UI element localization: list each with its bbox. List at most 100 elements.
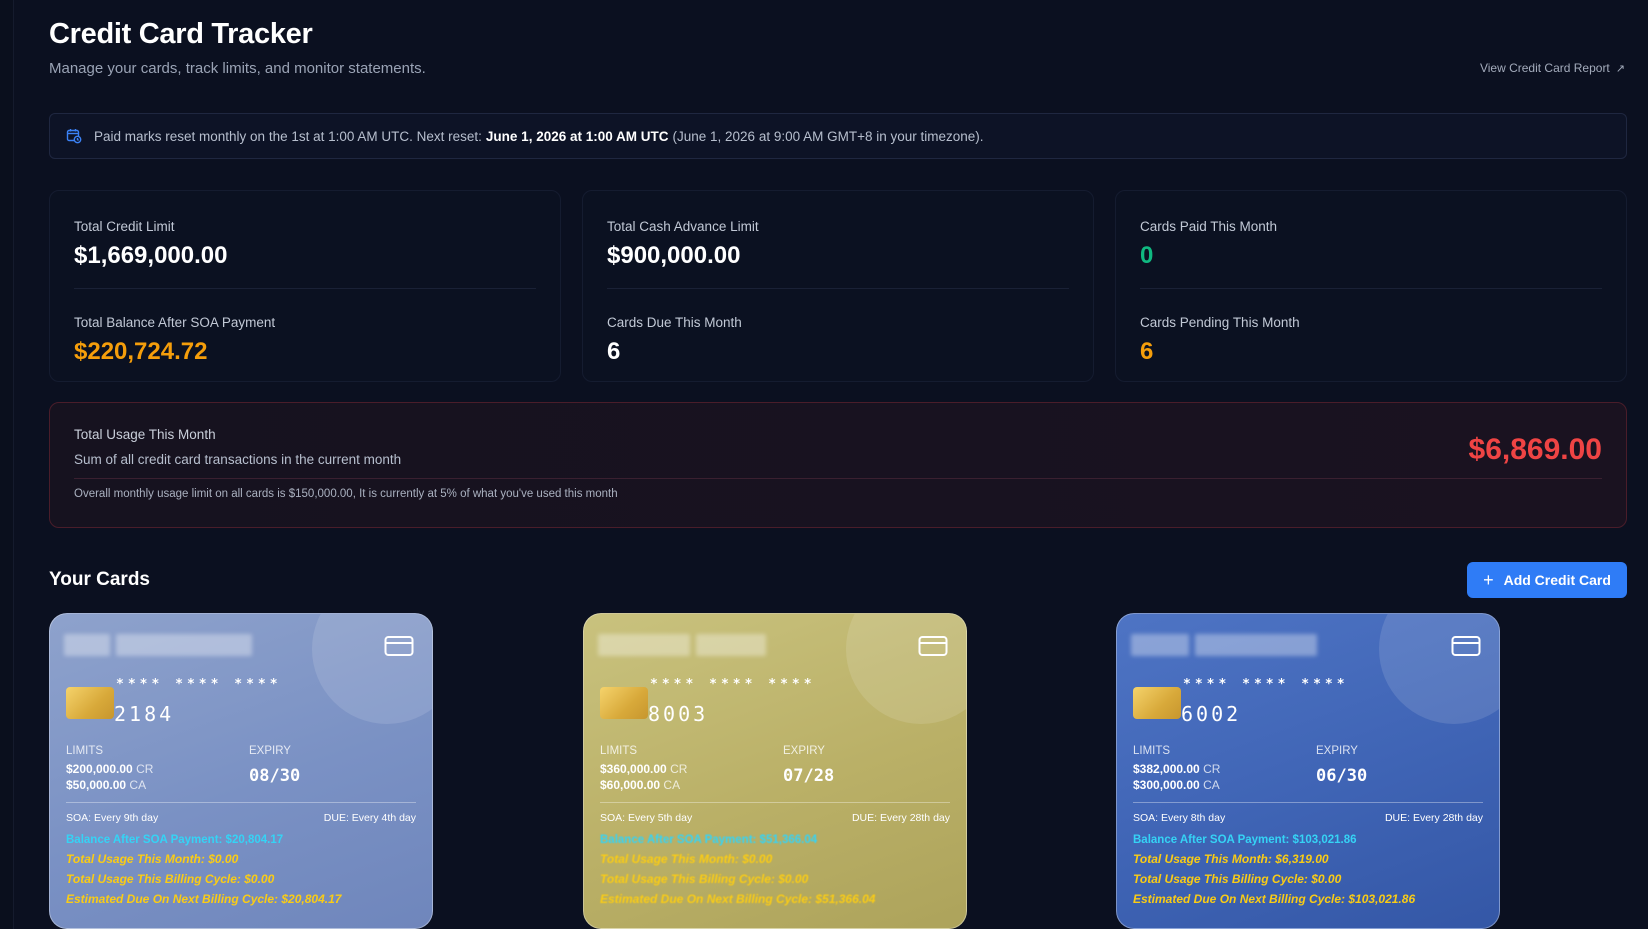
credit-card-icon: [918, 636, 948, 656]
card-limits-label: LIMITS: [66, 745, 104, 757]
card-balance-after-soa: Balance After SOA Payment: $20,804.17: [66, 834, 284, 846]
card-name-redacted: [598, 634, 798, 656]
cards-section-header: Your Cards + Add Credit Card: [49, 562, 1627, 600]
card-divider: [66, 802, 416, 803]
stat-label: Total Cash Advance Limit: [607, 219, 759, 234]
card-expiry: 08/30: [249, 766, 301, 786]
card-due: DUE: Every 4th day: [323, 812, 416, 824]
total-credit-limit: $1,669,000.00: [74, 242, 228, 269]
credit-card-icon: [384, 636, 414, 656]
credit-card[interactable]: **** **** **** 6002 LIMITS EXPIRY $382,0…: [1116, 613, 1500, 929]
stat-divider: [74, 288, 536, 289]
usage-description: Sum of all credit card transactions in t…: [74, 452, 402, 467]
page-subtitle: Manage your cards, track limits, and mon…: [49, 60, 426, 77]
card-usage-month: Total Usage This Month: $0.00: [66, 852, 239, 866]
usage-note: Overall monthly usage limit on all cards…: [74, 488, 618, 500]
view-report-label: View Credit Card Report: [1479, 61, 1610, 75]
card-divider: [1133, 802, 1483, 803]
card-last4: 6002: [1181, 702, 1242, 726]
add-credit-card-button[interactable]: + Add Credit Card: [1467, 562, 1627, 598]
card-cash-limit: $50,000.00 CA: [66, 778, 147, 792]
card-name-redacted: [64, 634, 264, 656]
card-usage-month: Total Usage This Month: $0.00: [600, 852, 773, 866]
credit-card[interactable]: **** **** **** 2184 LIMITS EXPIRY $200,0…: [49, 613, 433, 929]
page-header: Credit Card Tracker Manage your cards, t…: [49, 0, 1627, 112]
usage-panel: Total Usage This Month Sum of all credit…: [49, 402, 1627, 528]
cards-pending-count: 6: [1140, 338, 1154, 365]
stat-label: Total Credit Limit: [74, 219, 175, 234]
card-credit-limit: $382,000.00 CR: [1133, 762, 1221, 776]
stat-card-payments: Cards Paid This Month 0 Cards Pending Th…: [1115, 190, 1627, 382]
total-balance-after-soa: $220,724.72: [74, 338, 208, 365]
card-divider: [600, 802, 950, 803]
stat-label: Cards Pending This Month: [1140, 315, 1300, 330]
stat-card-cash: Total Cash Advance Limit $900,000.00 Car…: [582, 190, 1094, 382]
card-decoration: [1379, 614, 1499, 724]
card-chip: [1133, 687, 1181, 719]
card-limits-label: LIMITS: [1133, 745, 1171, 757]
card-cash-limit: $60,000.00 CA: [600, 778, 681, 792]
card-expiry-label: EXPIRY: [1316, 745, 1358, 757]
credit-card[interactable]: **** **** **** 8003 LIMITS EXPIRY $360,0…: [583, 613, 967, 929]
card-decoration: [312, 614, 432, 724]
stat-label: Total Balance After SOA Payment: [74, 315, 276, 330]
stat-label: Cards Due This Month: [607, 315, 742, 330]
total-cash-advance-limit: $900,000.00: [607, 242, 741, 269]
card-chip: [600, 687, 648, 719]
card-masked-number: **** **** ****: [650, 677, 816, 692]
credit-card-icon: [1451, 636, 1481, 656]
notice-next-reset: June 1, 2026 at 1:00 AM UTC: [485, 128, 669, 144]
card-expiry: 07/28: [783, 766, 835, 786]
card-last4: 8003: [648, 702, 709, 726]
cards-due-count: 6: [607, 338, 621, 365]
usage-divider: [74, 478, 1602, 479]
main-content: Credit Card Tracker Manage your cards, t…: [49, 0, 1627, 929]
notice-timezone: (June 1, 2026 at 9:00 AM GMT+8 in your t…: [672, 128, 984, 144]
card-due: DUE: Every 28th day: [851, 812, 950, 824]
view-report-link[interactable]: View Credit Card Report ↗: [1480, 61, 1625, 75]
card-balance-after-soa: Balance After SOA Payment: $51,366.04: [600, 834, 818, 846]
stats-row: Total Credit Limit $1,669,000.00 Total B…: [49, 190, 1627, 382]
card-expiry-label: EXPIRY: [783, 745, 825, 757]
card-soa: SOA: Every 8th day: [1133, 812, 1226, 824]
card-expiry: 06/30: [1316, 766, 1368, 786]
card-masked-number: **** **** ****: [1183, 677, 1349, 692]
usage-title: Total Usage This Month: [74, 427, 216, 442]
usage-amount: $6,869.00: [1468, 433, 1602, 466]
card-balance-after-soa: Balance After SOA Payment: $103,021.86: [1133, 834, 1357, 846]
card-estimated-due: Estimated Due On Next Billing Cycle: $20…: [66, 892, 342, 906]
card-cash-limit: $300,000.00 CA: [1133, 778, 1220, 792]
card-usage-month: Total Usage This Month: $6,319.00: [1133, 852, 1329, 866]
reset-notice: Paid marks reset monthly on the 1st at 1…: [49, 113, 1627, 159]
cards-section-title: Your Cards: [49, 569, 151, 590]
stat-divider: [607, 288, 1069, 289]
card-soa: SOA: Every 5th day: [600, 812, 693, 824]
stat-label: Cards Paid This Month: [1140, 219, 1278, 234]
add-credit-card-label: Add Credit Card: [1503, 572, 1611, 588]
external-link-icon: ↗: [1615, 62, 1625, 75]
card-usage-cycle: Total Usage This Billing Cycle: $0.00: [1133, 872, 1342, 886]
card-decoration: [846, 614, 966, 724]
card-masked-number: **** **** ****: [116, 677, 282, 692]
card-expiry-label: EXPIRY: [249, 745, 291, 757]
page-title: Credit Card Tracker: [49, 18, 313, 50]
card-due: DUE: Every 28th day: [1384, 812, 1483, 824]
stat-card-limits: Total Credit Limit $1,669,000.00 Total B…: [49, 190, 561, 382]
stat-divider: [1140, 288, 1602, 289]
card-last4: 2184: [114, 702, 175, 726]
card-name-redacted: [1131, 634, 1331, 656]
card-chip: [66, 687, 114, 719]
card-soa: SOA: Every 9th day: [66, 812, 159, 824]
calendar-clock-icon: [66, 129, 82, 144]
cards-paid-count: 0: [1140, 242, 1154, 269]
left-sidebar-edge: [0, 0, 14, 929]
card-limits-label: LIMITS: [600, 745, 638, 757]
card-credit-limit: $360,000.00 CR: [600, 762, 688, 776]
plus-icon: +: [1483, 570, 1494, 590]
card-credit-limit: $200,000.00 CR: [66, 762, 154, 776]
card-usage-cycle: Total Usage This Billing Cycle: $0.00: [600, 872, 809, 886]
card-usage-cycle: Total Usage This Billing Cycle: $0.00: [66, 872, 275, 886]
card-estimated-due: Estimated Due On Next Billing Cycle: $51…: [600, 892, 876, 906]
card-estimated-due: Estimated Due On Next Billing Cycle: $10…: [1133, 892, 1416, 906]
notice-text: Paid marks reset monthly on the 1st at 1…: [94, 128, 482, 144]
